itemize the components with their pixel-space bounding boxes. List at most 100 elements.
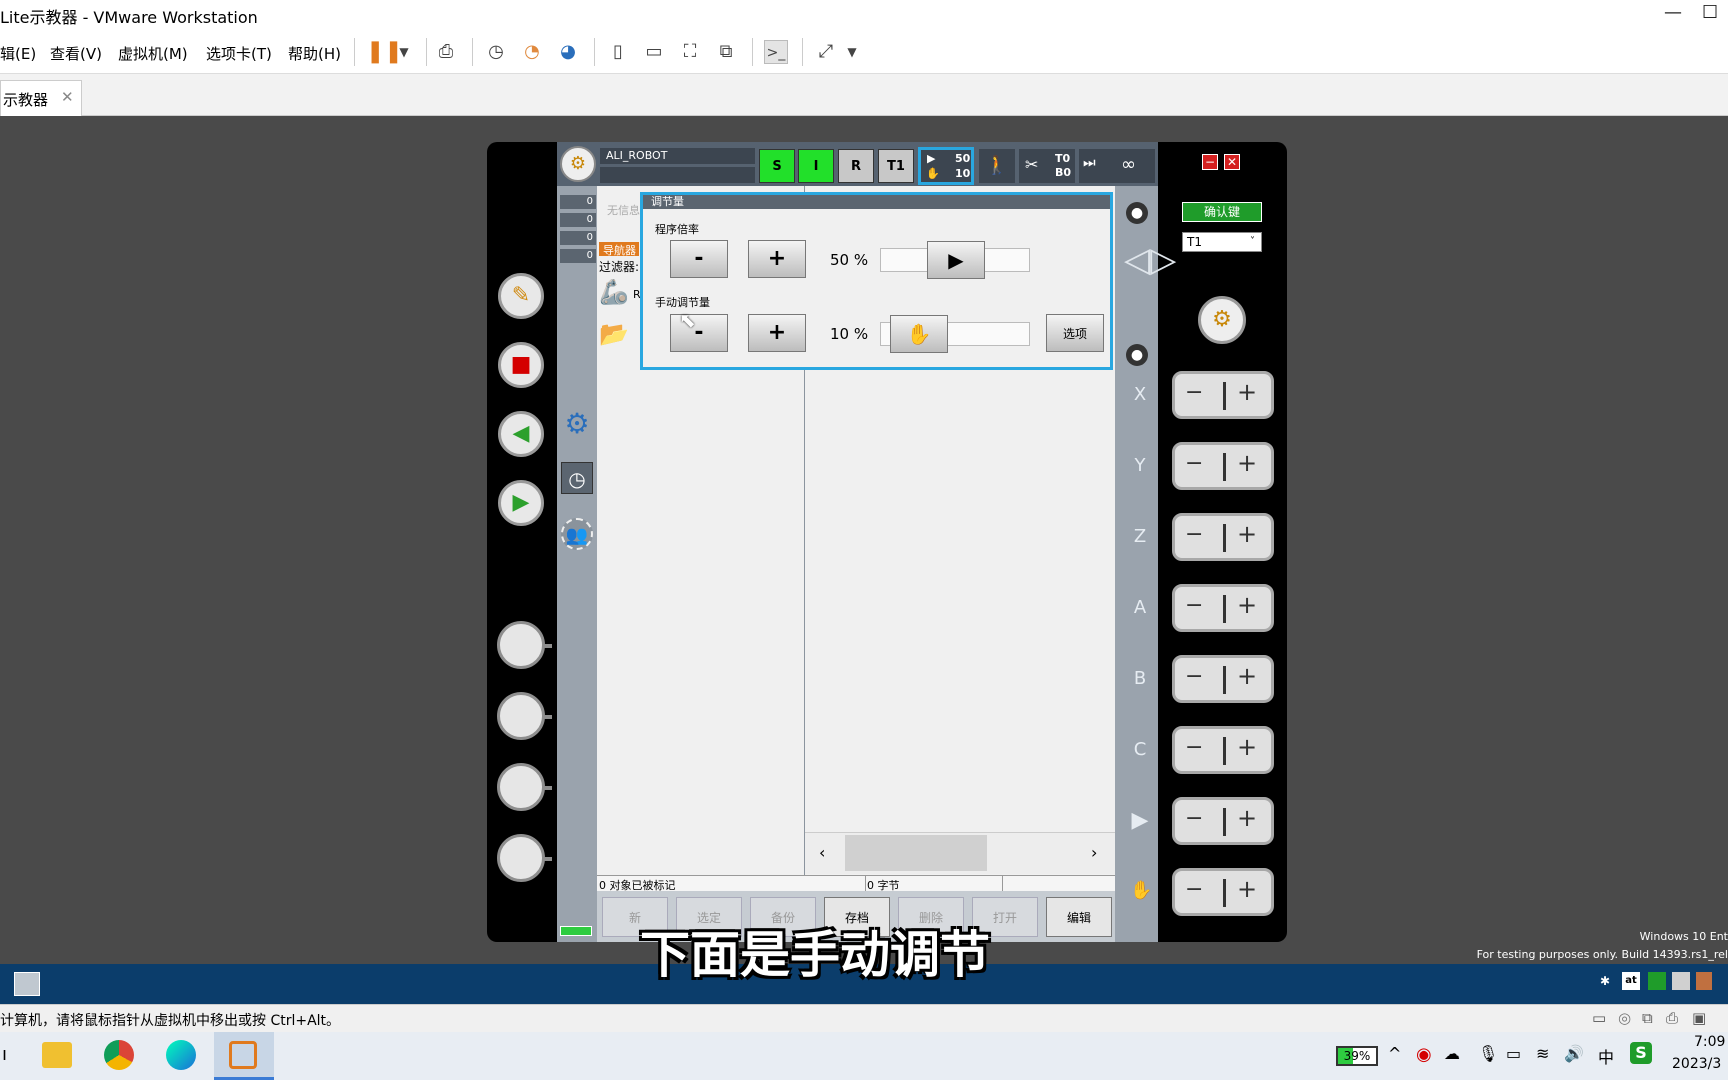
softkey-button-6[interactable]: 编辑 (1046, 897, 1112, 937)
stretch-guest-icon[interactable]: ⤢ (814, 40, 838, 64)
menu-vm[interactable]: 虚拟机(M) (118, 43, 188, 64)
hand-icon[interactable]: ✋ (1130, 880, 1152, 901)
battery-icon[interactable]: ▭ (1506, 1044, 1521, 1063)
thumbnail-bar-icon[interactable]: ▭ (642, 40, 666, 64)
tray-app-icon[interactable] (1696, 972, 1712, 990)
minimize-icon[interactable]: − (1202, 154, 1218, 170)
chevron-up-icon[interactable]: ^ (1388, 1044, 1401, 1063)
play-icon[interactable]: ▶ (1130, 808, 1150, 833)
plus-icon[interactable]: + (1237, 591, 1257, 619)
minus-icon[interactable]: − (1185, 593, 1203, 618)
tool-base-status[interactable]: ✂ T0 B0 (1019, 149, 1075, 183)
jog-pair-b[interactable]: − + (1172, 655, 1274, 703)
scroll-right-icon[interactable]: › (1091, 843, 1097, 862)
s-app-icon[interactable]: S (1630, 1042, 1652, 1064)
cd-icon[interactable]: ◎ (1618, 1009, 1631, 1027)
robot-icon[interactable]: 🦾 (599, 278, 629, 306)
tray-app-icon[interactable] (1648, 972, 1666, 990)
folder-icon[interactable]: 📂 (599, 320, 629, 348)
jog-pair-y[interactable]: − + (1172, 442, 1274, 490)
record-icon[interactable]: ◉ (1416, 1044, 1432, 1065)
walking-man-icon[interactable]: 🚶 (979, 149, 1015, 183)
plus-icon[interactable]: + (1237, 662, 1257, 690)
minus-icon[interactable]: − (1185, 735, 1203, 760)
jog-pair-a[interactable]: − + (1172, 584, 1274, 632)
plus-icon[interactable]: + (1237, 378, 1257, 406)
plus-icon[interactable]: + (1237, 520, 1257, 548)
plus-icon[interactable]: + (1237, 733, 1257, 761)
menu-help[interactable]: 帮助(H) (288, 43, 341, 64)
scroll-thumb[interactable] (845, 835, 987, 871)
prog-override-slider[interactable]: ▶ (880, 241, 1030, 279)
softkey-2[interactable] (497, 692, 552, 740)
minus-icon[interactable]: − (1185, 806, 1203, 831)
softkey-3[interactable] (497, 763, 552, 811)
hard-disk-icon[interactable]: ▭ (1592, 1009, 1606, 1027)
menu-view[interactable]: 查看(V) (50, 43, 102, 64)
unity-icon[interactable]: ⧉ (714, 40, 738, 64)
chrome-icon[interactable] (104, 1040, 134, 1070)
robot-menu-icon[interactable]: ⚙ (560, 146, 596, 182)
mode-select[interactable]: T1 ˅ (1182, 232, 1262, 252)
plus-icon[interactable]: + (1237, 875, 1257, 903)
globe-icon[interactable]: ● (1126, 202, 1148, 224)
step-backward-button[interactable]: ◀ (498, 411, 544, 457)
manual-override-slider[interactable]: ✋ (880, 315, 1030, 353)
at-icon[interactable]: at (1622, 972, 1640, 990)
plus-icon[interactable]: + (1237, 449, 1257, 477)
jog-pair-override[interactable]: − + (1172, 797, 1274, 845)
submit-interpreter-status[interactable]: S (759, 149, 795, 183)
dropdown-arrow-icon[interactable]: ▼ (840, 40, 864, 64)
jog-pair-c[interactable]: − + (1172, 726, 1274, 774)
send-ctrl-alt-del-icon[interactable]: ⎙ (434, 40, 458, 64)
ime-indicator[interactable]: 中 (1598, 1044, 1614, 1068)
clock-date[interactable]: 2023/3 (1672, 1056, 1721, 1072)
minus-icon[interactable]: − (1185, 877, 1203, 902)
console-icon[interactable]: >_ (764, 40, 788, 64)
prog-plus-button[interactable]: + (748, 240, 806, 278)
space-mouse-icon[interactable]: ◁▷ (1124, 240, 1176, 280)
robot-select-icon[interactable]: ⚙ (1198, 296, 1246, 344)
globe-icon[interactable]: ● (1126, 344, 1148, 366)
edit-button[interactable]: ✎ (498, 273, 544, 319)
manual-plus-button[interactable]: + (748, 314, 806, 352)
clock-time[interactable]: 7:09 (1694, 1034, 1725, 1050)
drives-status[interactable]: I (798, 149, 834, 183)
gear-icon[interactable]: ⚙ (561, 408, 593, 440)
pause-icon[interactable]: ❚❚ (366, 40, 403, 64)
horizontal-scrollbar[interactable]: ‹ › (805, 832, 1115, 874)
wifi-icon[interactable]: ≋ (1536, 1044, 1549, 1063)
tab-vm[interactable]: 示教器 ✕ (0, 80, 82, 116)
full-screen-icon[interactable]: ⛶ (678, 40, 702, 64)
softkey-1[interactable] (497, 621, 552, 669)
sound-icon[interactable]: ▣ (1692, 1009, 1706, 1027)
users-icon[interactable]: 👥 (561, 518, 593, 550)
minus-icon[interactable]: − (1185, 522, 1203, 547)
prog-minus-button[interactable]: - (670, 240, 728, 278)
play-icon[interactable]: ▶ (927, 241, 985, 279)
close-icon[interactable]: ✕ (1224, 154, 1240, 170)
run-mode-status[interactable]: ⏭ ∞ (1079, 149, 1155, 183)
softkey-4[interactable] (497, 834, 552, 882)
bluetooth-icon[interactable]: ✱ (1600, 974, 1610, 988)
microphone-icon[interactable]: 🎙 (1478, 1044, 1498, 1063)
robot-interpreter-status[interactable]: R (838, 149, 874, 183)
clock-icon[interactable]: ◷ (561, 462, 593, 494)
minus-icon[interactable]: − (1185, 380, 1203, 405)
snapshot-icon[interactable]: ◷ (484, 40, 508, 64)
plus-icon[interactable]: + (1237, 804, 1257, 832)
minus-icon[interactable]: − (1185, 664, 1203, 689)
jog-pair-z[interactable]: − + (1172, 513, 1274, 561)
edge-icon[interactable] (166, 1040, 196, 1070)
scroll-left-icon[interactable]: ‹ (819, 843, 825, 862)
jog-pair-hand-override[interactable]: − + (1172, 868, 1274, 916)
revert-snapshot-icon[interactable]: ◔ (520, 40, 544, 64)
maximize-icon[interactable]: ☐ (1702, 2, 1718, 23)
step-forward-button[interactable]: ▶ (498, 480, 544, 526)
hand-icon[interactable]: ✋ (890, 315, 948, 353)
volume-icon[interactable]: 🔊 (1564, 1044, 1584, 1063)
confirm-button[interactable]: 确认键 (1182, 202, 1262, 222)
file-explorer-icon[interactable] (42, 1042, 72, 1068)
show-library-icon[interactable]: ▯ (606, 40, 630, 64)
close-icon[interactable]: ✕ (61, 88, 74, 106)
